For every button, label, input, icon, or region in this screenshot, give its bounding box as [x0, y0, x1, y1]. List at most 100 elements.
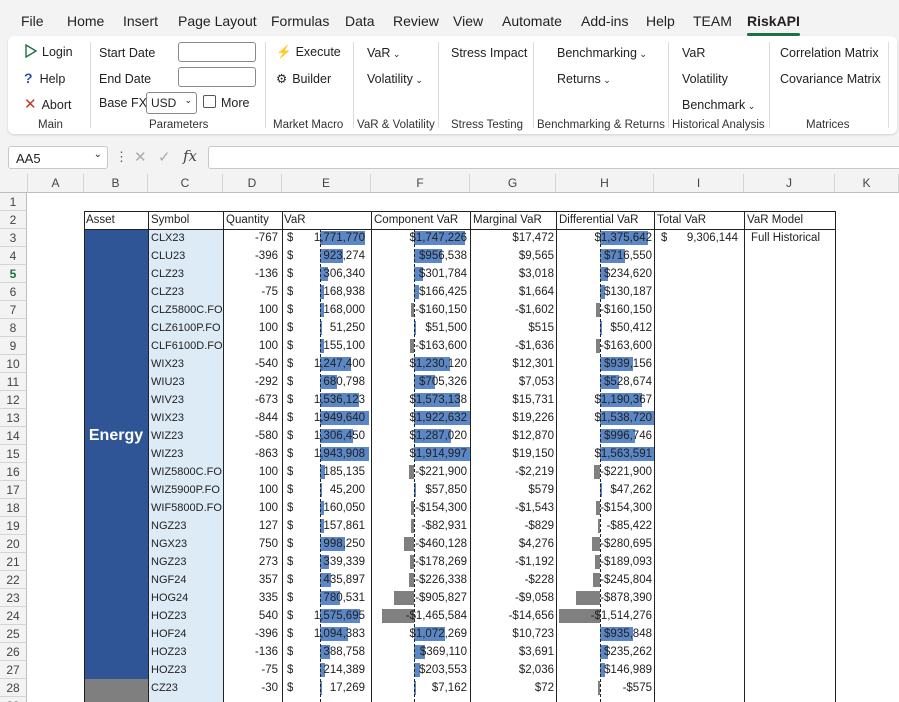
menu-tab-team[interactable]: TEAM	[693, 13, 732, 29]
covariance-matrix-button[interactable]: Covariance Matrix	[780, 72, 881, 86]
benchmarking-dropdown[interactable]: Benchmarking ⌄	[557, 46, 647, 60]
group-separator	[888, 42, 889, 128]
abort-button[interactable]: ✕ Abort	[24, 95, 71, 113]
row-header-22[interactable]: 22	[0, 571, 27, 589]
menu-tab-file[interactable]: File	[21, 13, 44, 29]
insert-function-icon[interactable]: fx	[183, 147, 197, 165]
menu-tab-insert[interactable]: Insert	[123, 13, 158, 29]
formula-bar: AA5 ⌄ ⋮ ✕ ✓ fx	[0, 142, 899, 172]
name-box[interactable]: AA5 ⌄	[8, 146, 108, 169]
menu-bar: File Home Insert Page Layout Formulas Data Rev…	[0, 0, 899, 36]
row-header-4[interactable]: 4	[0, 247, 27, 265]
more-options-icon[interactable]: ⋮	[115, 149, 128, 165]
symbol-cell: CLZ23	[151, 286, 185, 298]
row-header-21[interactable]: 21	[0, 553, 27, 571]
menu-tab-review[interactable]: Review	[393, 13, 439, 29]
differential-var-cell: $939,156	[604, 358, 652, 370]
historical-var-button[interactable]: VaR	[682, 46, 705, 60]
column-header-b[interactable]: B	[84, 174, 148, 193]
component-var-cell: $166,425	[419, 286, 467, 298]
menu-tab-data[interactable]: Data	[345, 13, 375, 29]
table-border-top	[84, 211, 835, 212]
formula-input[interactable]	[208, 146, 899, 169]
execute-button[interactable]: ⚡ Execute	[276, 45, 341, 60]
row-header-11[interactable]: 11	[0, 373, 27, 391]
var-dropdown[interactable]: VaR ⌄	[367, 46, 400, 60]
column-header-h[interactable]: H	[556, 174, 654, 193]
row-header-16[interactable]: 16	[0, 463, 27, 481]
enter-icon[interactable]: ✓	[158, 148, 171, 166]
row-header-15[interactable]: 15	[0, 445, 27, 463]
column-header-c[interactable]: C	[148, 174, 223, 193]
row-header-28[interactable]: 28	[0, 679, 27, 697]
quantity-cell: -75	[261, 286, 278, 298]
component-var-cell: $956,538	[419, 250, 467, 262]
login-button[interactable]: Login	[24, 43, 73, 59]
quantity-cell: -136	[254, 268, 278, 280]
benchmark-dropdown[interactable]: Benchmark ⌄	[682, 98, 755, 112]
row-header-20[interactable]: 20	[0, 535, 27, 553]
base-fx-select[interactable]: USD ⌄	[146, 92, 197, 114]
column-header-g[interactable]: G	[470, 174, 556, 193]
row-header-10[interactable]: 10	[0, 355, 27, 373]
row-header-5[interactable]: 5	[0, 265, 27, 283]
column-header-a[interactable]: A	[28, 174, 84, 193]
menu-tab-add-ins[interactable]: Add-ins	[581, 13, 628, 29]
row-header-12[interactable]: 12	[0, 391, 27, 409]
row-header-23[interactable]: 23	[0, 589, 27, 607]
row-header-6[interactable]: 6	[0, 283, 27, 301]
row-header-26[interactable]: 26	[0, 643, 27, 661]
component-var-cell: $1,922,632	[409, 412, 467, 424]
volatility-dropdown[interactable]: Volatility ⌄	[367, 72, 423, 86]
end-date-input[interactable]	[178, 67, 256, 87]
cancel-icon[interactable]: ✕	[134, 148, 147, 166]
group-label-var-volatility: VaR & Volatility	[357, 119, 435, 131]
row-header-29[interactable]: 29	[0, 697, 27, 702]
column-header-j[interactable]: J	[744, 174, 835, 193]
row-header-1[interactable]: 1	[0, 193, 27, 211]
column-header-e[interactable]: E	[282, 174, 371, 193]
menu-tab-automate[interactable]: Automate	[502, 13, 562, 29]
row-header-14[interactable]: 14	[0, 427, 27, 445]
correlation-matrix-button[interactable]: Correlation Matrix	[780, 46, 879, 60]
row-header-17[interactable]: 17	[0, 481, 27, 499]
header-marginal-var: Marginal VaR	[473, 214, 542, 226]
row-header-7[interactable]: 7	[0, 301, 27, 319]
start-date-input[interactable]	[178, 42, 256, 62]
column-header-k[interactable]: K	[835, 174, 899, 193]
chevron-down-icon: ⌄	[184, 95, 192, 105]
chevron-down-icon: ⌄	[412, 75, 423, 85]
help-button[interactable]: ? Help	[24, 70, 65, 86]
marginal-var-cell: $4,276	[518, 538, 554, 550]
worksheet-grid[interactable]: A B C D E F G H I J K 1 2 3 4 5 6 7 8 9 10 11 12 13 14 15 16 17 18 19…	[0, 174, 899, 702]
menu-tab-view[interactable]: View	[453, 13, 483, 29]
row-header-8[interactable]: 8	[0, 319, 27, 337]
stress-impact-button[interactable]: Stress Impact	[451, 46, 527, 60]
select-all-corner[interactable]	[0, 174, 28, 193]
row-header-27[interactable]: 27	[0, 661, 27, 679]
menu-tab-formulas[interactable]: Formulas	[271, 13, 329, 29]
row-header-9[interactable]: 9	[0, 337, 27, 355]
more-checkbox[interactable]	[203, 95, 216, 108]
returns-dropdown[interactable]: Returns ⌄	[557, 72, 611, 86]
quantity-cell: -863	[254, 448, 278, 460]
row-header-24[interactable]: 24	[0, 607, 27, 625]
marginal-var-cell: -$829	[524, 520, 554, 532]
menu-tab-riskapi[interactable]: RiskAPI	[747, 13, 800, 36]
row-header-18[interactable]: 18	[0, 499, 27, 517]
row-header-25[interactable]: 25	[0, 625, 27, 643]
row-header-3[interactable]: 3	[0, 229, 27, 247]
marginal-var-cell: $10,723	[512, 628, 554, 640]
column-header-f[interactable]: F	[371, 174, 470, 193]
column-header-d[interactable]: D	[223, 174, 282, 193]
marginal-var-cell: -$1,543	[514, 502, 554, 514]
menu-tab-page-layout[interactable]: Page Layout	[178, 13, 257, 29]
column-header-i[interactable]: I	[654, 174, 744, 193]
historical-volatility-button[interactable]: Volatility	[682, 72, 728, 86]
row-header-2[interactable]: 2	[0, 211, 27, 229]
menu-tab-help[interactable]: Help	[646, 13, 675, 29]
builder-button[interactable]: ⚙ Builder	[276, 71, 331, 86]
row-header-13[interactable]: 13	[0, 409, 27, 427]
menu-tab-home[interactable]: Home	[67, 13, 104, 29]
row-header-19[interactable]: 19	[0, 517, 27, 535]
